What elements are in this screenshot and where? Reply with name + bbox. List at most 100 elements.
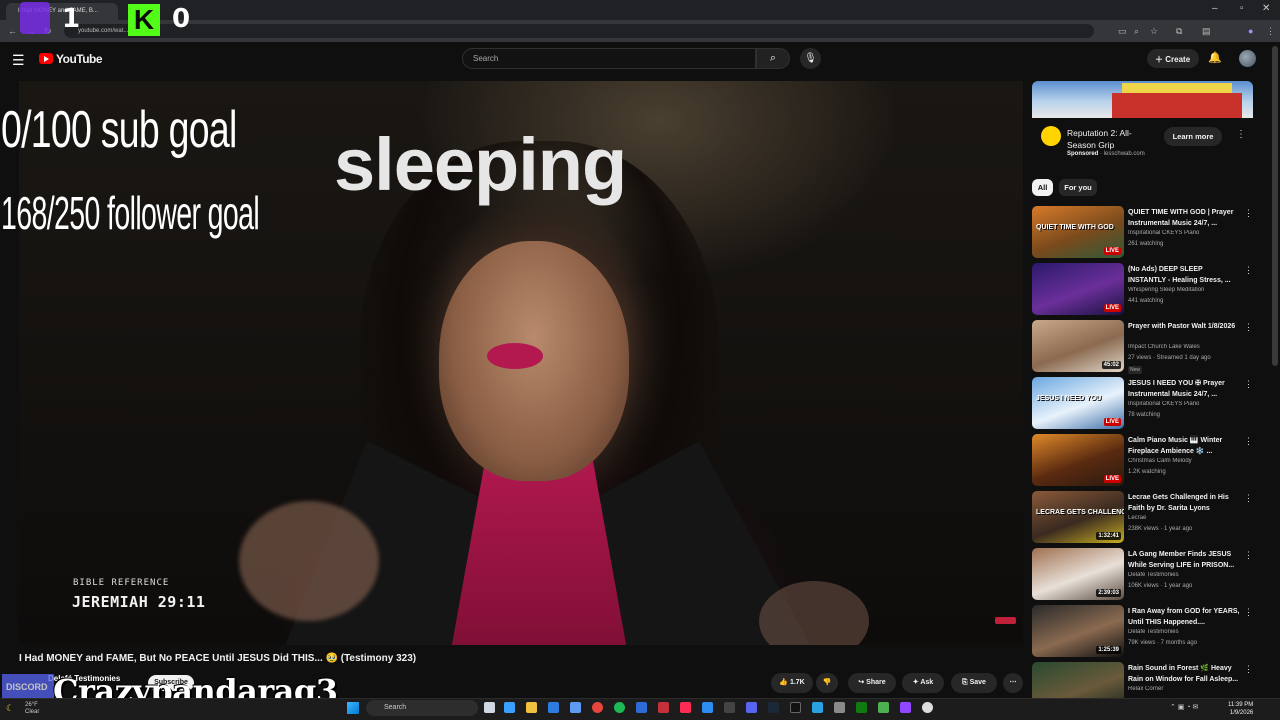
create-button[interactable]: ＋ Create [1147,49,1199,68]
taskbar-search[interactable]: Search [366,700,478,716]
back-icon[interactable]: ← [8,26,17,36]
cast-icon[interactable]: ▭ [1118,26,1127,37]
app-icon-green[interactable] [878,702,889,713]
ad-banner-image[interactable] [1032,81,1253,118]
voice-search-button[interactable]: 🎙 [800,48,821,69]
maximize-icon[interactable]: ▫ [1240,3,1244,14]
more-actions-button[interactable]: ⋯ [1003,673,1023,693]
recommended-video[interactable]: LECRAE GETS CHALLENGED 1:32:41 Lecrae Gets… [1032,491,1262,545]
recommended-channel[interactable]: Delafé Testimonies [1128,572,1240,578]
share-button[interactable]: ↪ Share [848,673,896,693]
more-options-icon[interactable]: ⋮ [1244,493,1253,504]
profile-icon[interactable]: ● [1248,26,1253,36]
notifications-bell-icon[interactable]: 🔔 [1208,51,1222,64]
recommended-channel[interactable]: Christmas Calm Melody [1128,458,1240,464]
extensions-icon[interactable]: ⧉ [1176,26,1182,37]
obs-icon[interactable] [922,702,933,713]
recommended-channel[interactable]: Inspirational CKEYS Piano [1128,401,1240,407]
recommended-title[interactable]: Rain Sound in Forest 🌿 Heavy Rain on Win… [1128,663,1240,685]
chip-all[interactable]: All [1032,179,1053,196]
video-thumbnail[interactable]: LECRAE GETS CHALLENGED 1:32:41 [1032,491,1124,543]
app-icon-cyan[interactable] [812,702,823,713]
recommended-title[interactable]: Lecrae Gets Challenged in His Faith by D… [1128,492,1240,514]
chip-for-you[interactable]: For you [1059,179,1097,196]
app-icon-blue[interactable] [702,702,713,713]
store-icon[interactable] [570,702,581,713]
recommended-channel[interactable]: Delafé Testimonies [1128,629,1240,635]
spotify-icon[interactable] [614,702,625,713]
more-options-icon[interactable]: ⋮ [1244,265,1253,276]
sidepanel-icon[interactable]: ▤ [1202,26,1211,37]
more-options-icon[interactable]: ⋮ [1244,379,1253,390]
recommended-title[interactable]: QUIET TIME WITH GOD | Prayer Instrumenta… [1128,207,1240,229]
recommended-video[interactable]: 2:39:03 LA Gang Member Finds JESUS While … [1032,548,1262,602]
recommended-channel[interactable]: Whispering Sleep Meditation [1128,287,1240,293]
youtube-logo-icon[interactable] [39,53,53,64]
dislike-button[interactable]: 👎 [816,673,838,693]
twitch-taskbar-icon[interactable] [900,702,911,713]
learn-more-button[interactable]: Learn more [1164,127,1222,146]
bookmark-star-icon[interactable]: ☆ [1150,26,1158,37]
zoom-icon[interactable]: ⌕ [1134,26,1139,37]
xbox-icon[interactable] [856,702,867,713]
edge-browser-icon[interactable] [548,702,559,713]
page-scrollbar[interactable] [1272,46,1278,366]
discord-taskbar-icon[interactable] [746,702,757,713]
steam-icon[interactable] [768,702,779,713]
recommended-channel[interactable]: Inspirational CKEYS Piano [1128,230,1240,236]
ask-button[interactable]: ✦ Ask [902,673,944,693]
more-options-icon[interactable]: ⋮ [1244,208,1253,219]
youtube-wordmark[interactable]: YouTube [56,52,103,66]
taskbar-clock[interactable]: 11:39 PM 1/9/2026 [1228,701,1253,717]
video-thumbnail[interactable]: QUIET TIME WITH GOD LIVE [1032,206,1124,258]
minimize-icon[interactable]: – [1212,3,1218,14]
tiktok-icon[interactable] [680,702,691,713]
recommended-channel[interactable]: Relax Corner [1128,686,1240,692]
recommended-title[interactable]: LA Gang Member Finds JESUS While Serving… [1128,549,1240,571]
system-tray-icons[interactable]: ⌃ ▣ ◔ ✉ [1170,703,1198,711]
recommended-channel[interactable]: Lecrae [1128,515,1240,521]
account-avatar[interactable] [1239,50,1256,67]
video-thumbnail[interactable]: 2:39:03 [1032,548,1124,600]
recommended-video[interactable]: 1:25:39 I Ran Away from GOD for YEARS, Un… [1032,605,1262,659]
browser-menu-icon[interactable]: ⋮ [1266,26,1275,37]
video-thumbnail[interactable]: 1:25:39 [1032,605,1124,657]
recommended-title[interactable]: Prayer with Pastor Walt 1/8/2026 [1128,321,1240,332]
more-options-icon[interactable]: ⋮ [1244,436,1253,447]
recommended-video[interactable]: JESUS I NEED YOU LIVE JESUS I NEED YOU ✠ P… [1032,377,1262,431]
media-app-icon[interactable] [658,702,669,713]
video-thumbnail[interactable]: JESUS I NEED YOU LIVE [1032,377,1124,429]
more-options-icon[interactable]: ⋮ [1244,607,1253,618]
search-button[interactable]: ⌕ [756,48,790,69]
recommended-channel[interactable]: Impact Church Lake Wales [1128,344,1240,350]
recommended-title[interactable]: JESUS I NEED YOU ✠ Prayer Instrumental M… [1128,378,1240,400]
recommended-video[interactable]: LIVE Calm Piano Music 🎹 Winter Fireplace … [1032,434,1262,488]
chrome-icon[interactable] [592,702,603,713]
hamburger-menu-icon[interactable]: ☰ [12,52,25,69]
video-thumbnail[interactable]: LIVE [1032,263,1124,315]
weather-widget[interactable]: 26°F Clear [25,702,39,716]
more-options-icon[interactable]: ⋮ [1244,664,1253,675]
windows-start-icon[interactable] [347,702,359,714]
url-field[interactable]: youtube.com/wat... [64,24,1094,38]
more-options-icon[interactable]: ⋮ [1244,550,1253,561]
recommended-video[interactable]: QUIET TIME WITH GOD LIVE QUIET TIME WITH G… [1032,206,1262,260]
ad-more-options-icon[interactable]: ⋮ [1236,129,1246,140]
ad-title[interactable]: Reputation 2: All-Season Grip [1067,127,1157,151]
close-window-icon[interactable]: ✕ [1262,3,1270,14]
recommended-video[interactable]: LIVE (No Ads) DEEP SLEEP INSTANTLY - Heal… [1032,263,1262,317]
file-explorer-icon[interactable] [526,702,537,713]
recommended-video[interactable]: 45:02 Prayer with Pastor Walt 1/8/2026 Imp… [1032,320,1262,374]
app-icon-gray[interactable] [724,702,735,713]
channel-watermark-icon[interactable] [995,617,1016,624]
recommended-title[interactable]: Calm Piano Music 🎹 Winter Fireplace Ambi… [1128,435,1240,457]
search-input[interactable]: Search [462,48,756,69]
more-options-icon[interactable]: ⋮ [1244,322,1253,333]
recommended-title[interactable]: I Ran Away from GOD for YEARS, Until THI… [1128,606,1240,628]
photos-icon[interactable] [636,702,647,713]
task-view-icon[interactable] [484,702,495,713]
video-thumbnail[interactable]: 45:02 [1032,320,1124,372]
recommended-title[interactable]: (No Ads) DEEP SLEEP INSTANTLY - Healing … [1128,264,1240,286]
kick-app-icon[interactable] [790,702,801,713]
app-icon-silver[interactable] [834,702,845,713]
